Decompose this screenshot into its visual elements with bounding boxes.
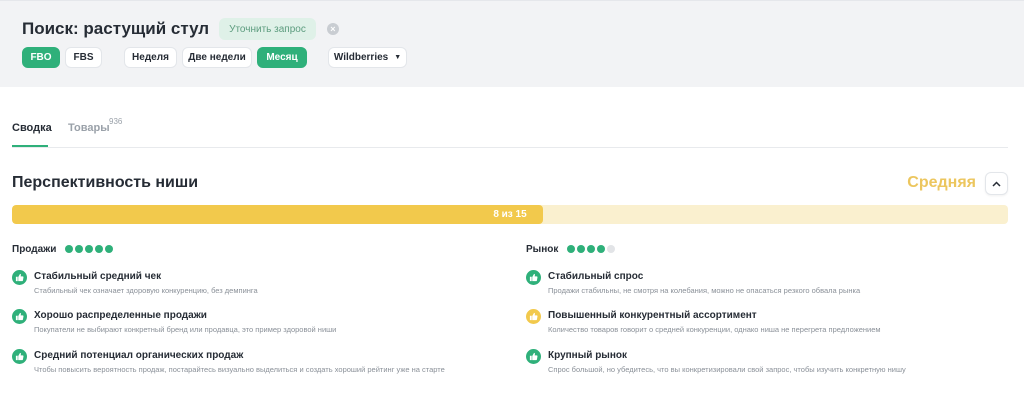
refine-query-button[interactable]: Уточнить запрос: [219, 18, 316, 40]
criterion-title: Хорошо распределенные продажи: [34, 310, 207, 321]
sales-column: Продажи Стабильный средний чек Стабильный…: [12, 242, 492, 374]
thumbs-up-icon: [526, 270, 541, 285]
marketplace-select-label: Wildberries: [333, 52, 389, 63]
filter-fbs[interactable]: FBS: [65, 47, 102, 68]
rating-dot: [105, 245, 114, 253]
rating-dot: [95, 245, 104, 253]
tab-active-indicator: [12, 145, 48, 147]
rating-dot: [85, 245, 94, 253]
chevron-down-icon: ▼: [394, 54, 402, 61]
criterion-description: Покупатели не выбирают конкретный бренд …: [34, 325, 337, 334]
period-month[interactable]: Месяц: [257, 47, 307, 68]
collapse-button[interactable]: [985, 172, 1008, 195]
rating-dot: [65, 245, 74, 253]
niche-score-label: 8 из 15: [493, 209, 527, 220]
period-week[interactable]: Неделя: [124, 47, 177, 68]
tabs: Сводка Товары 936: [12, 117, 1008, 148]
sales-header: Продажи: [12, 242, 492, 256]
close-icon[interactable]: ×: [326, 23, 339, 35]
criterion-title: Средний потенциал органических продаж: [34, 350, 244, 361]
niche-rating: Средняя: [907, 174, 976, 191]
criterion-item: Хорошо распределенные продажи Покупатели …: [12, 308, 492, 338]
criterion-description: Продажи стабильны, не смотря на колебани…: [548, 286, 861, 295]
niche-score-bar: 8 из 15: [12, 205, 1008, 224]
niche-title: Перспективность ниши: [12, 174, 199, 191]
rating-dot: [567, 245, 576, 253]
market-column: Рынок Стабильный спрос Продажи стабильны,…: [526, 242, 1006, 374]
sales-rating-dots: [65, 245, 115, 253]
criterion-item: Стабильный спрос Продажи стабильны, не см…: [526, 269, 1006, 299]
thumbs-up-icon: [526, 349, 541, 364]
criterion-title: Стабильный средний чек: [34, 271, 162, 282]
rating-dot: [597, 245, 606, 253]
criterion-title: Повышенный конкурентный ассортимент: [548, 310, 757, 321]
thumbs-up-icon: [12, 349, 27, 364]
tab-goods-count: 936: [109, 117, 123, 126]
period-two-weeks[interactable]: Две недели: [182, 47, 252, 68]
market-title: Рынок: [526, 243, 559, 255]
criterion-description: Количество товаров говорит о средней кон…: [548, 325, 881, 334]
market-rating-dots: [567, 245, 617, 253]
marketplace-select[interactable]: Wildberries ▼: [328, 47, 407, 68]
sales-title: Продажи: [12, 243, 57, 255]
criterion-item: Повышенный конкурентный ассортимент Колич…: [526, 308, 1006, 338]
tab-goods[interactable]: Товары: [68, 122, 110, 134]
thumbs-up-icon: [12, 270, 27, 285]
tab-summary[interactable]: Сводка: [12, 122, 52, 134]
criterion-title: Стабильный спрос: [548, 271, 644, 282]
chevron-up-icon: [992, 180, 1001, 187]
rating-dot: [75, 245, 84, 253]
market-header: Рынок: [526, 242, 1006, 256]
criterion-title: Крупный рынок: [548, 350, 627, 361]
criterion-item: Стабильный средний чек Стабильный чек озн…: [12, 269, 492, 299]
search-header: Поиск: растущий стул Уточнить запрос × F…: [0, 0, 1024, 87]
criterion-description: Спрос большой, но убедитесь, что вы конк…: [548, 365, 906, 374]
filter-fbo[interactable]: FBO: [22, 47, 60, 68]
criterion-item: Крупный рынок Спрос большой, но убедитесь…: [526, 348, 1006, 378]
criterion-description: Чтобы повысить вероятность продаж, поста…: [34, 365, 445, 374]
title-row: Поиск: растущий стул Уточнить запрос ×: [22, 18, 339, 40]
rating-dot: [577, 245, 586, 253]
criterion-description: Стабильный чек означает здоровую конкуре…: [34, 286, 258, 295]
rating-dot: [607, 245, 616, 253]
thumbs-up-icon: [526, 309, 541, 324]
page-title: Поиск: растущий стул: [22, 19, 210, 38]
rating-dot: [587, 245, 596, 253]
criterion-item: Средний потенциал органических продаж Что…: [12, 348, 492, 378]
thumbs-up-icon: [12, 309, 27, 324]
